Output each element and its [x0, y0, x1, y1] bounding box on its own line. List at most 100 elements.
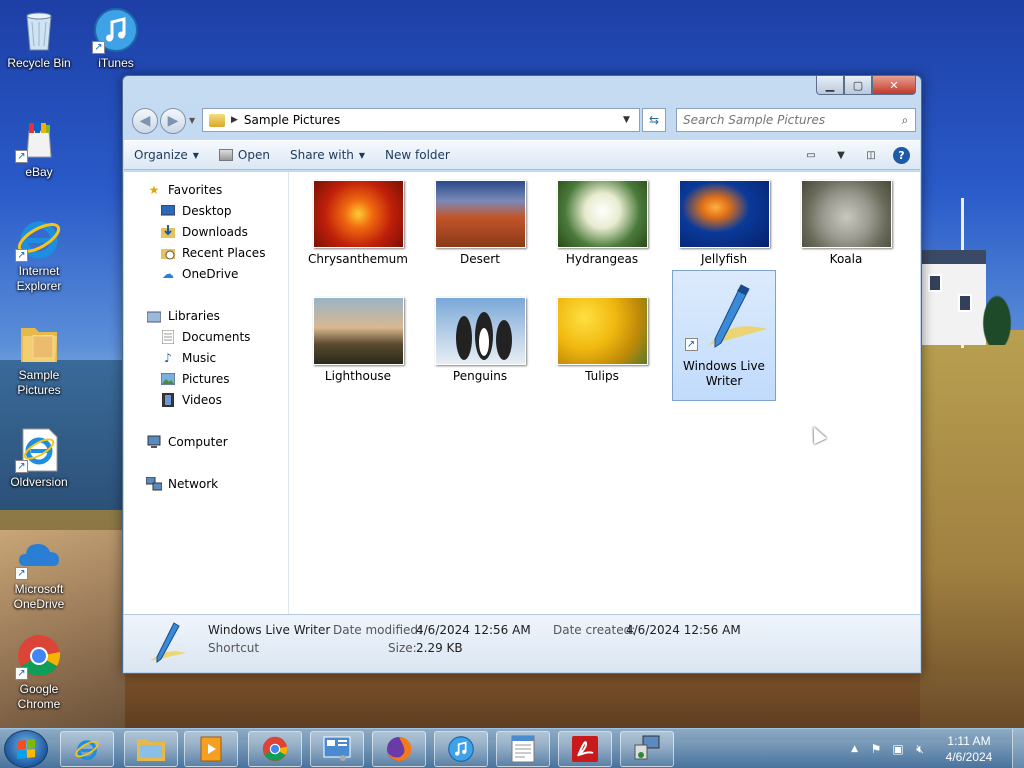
- document-icon: [511, 735, 535, 763]
- open-button[interactable]: Open: [209, 141, 280, 169]
- help-button[interactable]: ?: [893, 146, 910, 164]
- file-item[interactable]: Koala: [794, 172, 898, 303]
- preview-pane-button[interactable]: ◫: [863, 148, 879, 162]
- date-modified-label: Date modified:: [333, 623, 423, 637]
- desktop-icon-sample-pictures[interactable]: Sample Pictures: [0, 318, 78, 398]
- recent-pages-dropdown[interactable]: ▼: [189, 116, 195, 125]
- taskbar-internet-explorer[interactable]: [60, 731, 114, 767]
- mouse-cursor-icon: [807, 423, 827, 445]
- taskbar-chrome[interactable]: [248, 731, 302, 767]
- back-arrow-icon: ◀: [139, 113, 151, 129]
- internet-explorer-icon: ↗: [15, 425, 63, 473]
- search-box[interactable]: ⌕: [676, 108, 916, 132]
- lighthouse-thumbnail: [312, 297, 404, 365]
- share-with-button[interactable]: Share with ▼: [280, 141, 375, 169]
- nav-network[interactable]: Network: [146, 474, 218, 494]
- file-item[interactable]: Chrysanthemum: [306, 172, 410, 303]
- explorer-window[interactable]: ▁ ▢ ✕ ◀ ▶ ▼ ▶ Sample Pictures ▼ ⇆ ⌕ Orga…: [122, 75, 922, 674]
- network-tray-icon[interactable]: ▣: [890, 741, 906, 757]
- shortcut-arrow-icon: ↗: [15, 249, 28, 262]
- search-icon[interactable]: ⌕: [895, 113, 915, 128]
- onedrive-icon: ☁: [162, 267, 174, 281]
- close-button[interactable]: ✕: [872, 76, 916, 95]
- refresh-button[interactable]: ⇆: [642, 108, 666, 132]
- taskbar-itunes[interactable]: [434, 731, 488, 767]
- folder-icon: [209, 113, 225, 127]
- taskbar-media-player[interactable]: [184, 731, 238, 767]
- volume-muted-icon[interactable]: 🔇︎: [912, 741, 928, 757]
- nav-downloads[interactable]: Downloads: [160, 222, 248, 242]
- breadcrumb-sample-pictures[interactable]: Sample Pictures: [244, 113, 623, 127]
- nav-documents[interactable]: Documents: [160, 327, 250, 347]
- view-icon: ▭: [806, 149, 816, 161]
- star-icon: ★: [148, 183, 160, 197]
- taskbar-document[interactable]: [496, 731, 550, 767]
- clock-date: 4/6/2024: [945, 750, 993, 764]
- file-item[interactable]: Tulips: [550, 289, 654, 420]
- desktop-icon-onedrive[interactable]: ↗ Microsoft OneDrive: [0, 532, 78, 612]
- desktop-icon-itunes[interactable]: ↗ iTunes: [77, 6, 155, 71]
- chevron-down-icon: ▼: [837, 149, 845, 161]
- show-desktop-button[interactable]: [1012, 729, 1024, 768]
- change-view-button[interactable]: ▭: [803, 148, 819, 162]
- new-folder-button[interactable]: New folder: [375, 141, 460, 169]
- clock[interactable]: 1:11 AM 4/6/2024: [934, 733, 1004, 765]
- details-pane: Windows Live Writer Shortcut Date modifi…: [124, 614, 920, 672]
- file-item[interactable]: Hydrangeas: [550, 172, 654, 303]
- navigation-pane[interactable]: ★ Favorites Desktop Downloads Recent Plac…: [124, 172, 289, 614]
- taskbar-control-panel[interactable]: [310, 731, 364, 767]
- taskbar-windows-explorer[interactable]: [124, 731, 178, 767]
- firefox-icon: [387, 736, 412, 761]
- file-item-selected[interactable]: ↗ Windows Live Writer: [672, 270, 776, 401]
- taskbar-firefox[interactable]: [372, 731, 426, 767]
- address-dropdown-icon[interactable]: ▼: [623, 115, 639, 125]
- music-icon: ♪: [164, 351, 172, 365]
- network-setup-icon: [634, 735, 660, 760]
- media-player-icon: [200, 736, 222, 762]
- nav-music[interactable]: ♪ Music: [160, 348, 216, 368]
- windows-live-writer-icon: [146, 621, 188, 667]
- size-value: 2.29 KB: [416, 641, 463, 655]
- help-icon: ?: [898, 148, 905, 162]
- desktop-icon-recycle-bin[interactable]: Recycle Bin: [0, 6, 78, 71]
- taskbar-network-setup[interactable]: [620, 731, 674, 767]
- desktop-icon-oldversion[interactable]: ↗ Oldversion: [0, 425, 78, 490]
- shortcut-arrow-icon: ↗: [15, 567, 28, 580]
- organize-button[interactable]: Organize ▼: [124, 141, 209, 169]
- ebay-icon: ↗: [15, 115, 63, 163]
- search-input[interactable]: [683, 113, 895, 127]
- file-item[interactable]: Penguins: [428, 289, 532, 420]
- nav-desktop[interactable]: Desktop: [160, 201, 232, 221]
- taskbar-pdf-reader[interactable]: [558, 731, 612, 767]
- date-created-label: Date created:: [553, 623, 636, 637]
- file-item[interactable]: Desert: [428, 172, 532, 303]
- breadcrumb-chevron-icon[interactable]: ▶: [231, 115, 238, 125]
- nav-onedrive[interactable]: ☁ OneDrive: [160, 264, 238, 284]
- nav-pictures[interactable]: Pictures: [160, 369, 230, 389]
- chrome-icon: [262, 736, 288, 762]
- back-button[interactable]: ◀: [132, 108, 158, 134]
- desktop-icon-google-chrome[interactable]: ↗ Google Chrome: [0, 632, 78, 712]
- desktop-icon-internet-explorer[interactable]: ↗ Internet Explorer: [0, 214, 78, 294]
- documents-icon: [160, 329, 176, 345]
- computer-icon: [146, 434, 162, 450]
- nav-favorites[interactable]: ★ Favorites: [146, 180, 223, 200]
- shortcut-arrow-icon: ↗: [15, 667, 28, 680]
- desktop-icon-ebay[interactable]: ↗ eBay: [0, 115, 78, 180]
- nav-recent-places[interactable]: Recent Places: [160, 243, 265, 263]
- minimize-button[interactable]: ▁: [816, 76, 844, 95]
- shortcut-arrow-icon: ↗: [15, 460, 28, 473]
- windows-explorer-icon: [137, 739, 165, 761]
- address-bar[interactable]: ▶ Sample Pictures ▼: [202, 108, 640, 132]
- wallpaper-tree: [980, 290, 1014, 345]
- file-item[interactable]: Lighthouse: [306, 289, 410, 420]
- nav-videos[interactable]: Videos: [160, 390, 222, 410]
- start-button[interactable]: [4, 730, 48, 768]
- action-center-flag-icon[interactable]: ⚑: [868, 741, 884, 757]
- more-options-button[interactable]: ▼: [833, 148, 849, 162]
- nav-libraries[interactable]: Libraries: [146, 306, 220, 326]
- show-hidden-icons-button[interactable]: ▲: [851, 744, 858, 754]
- maximize-button[interactable]: ▢: [844, 76, 872, 95]
- nav-computer[interactable]: Computer: [146, 432, 228, 452]
- forward-button[interactable]: ▶: [160, 108, 186, 134]
